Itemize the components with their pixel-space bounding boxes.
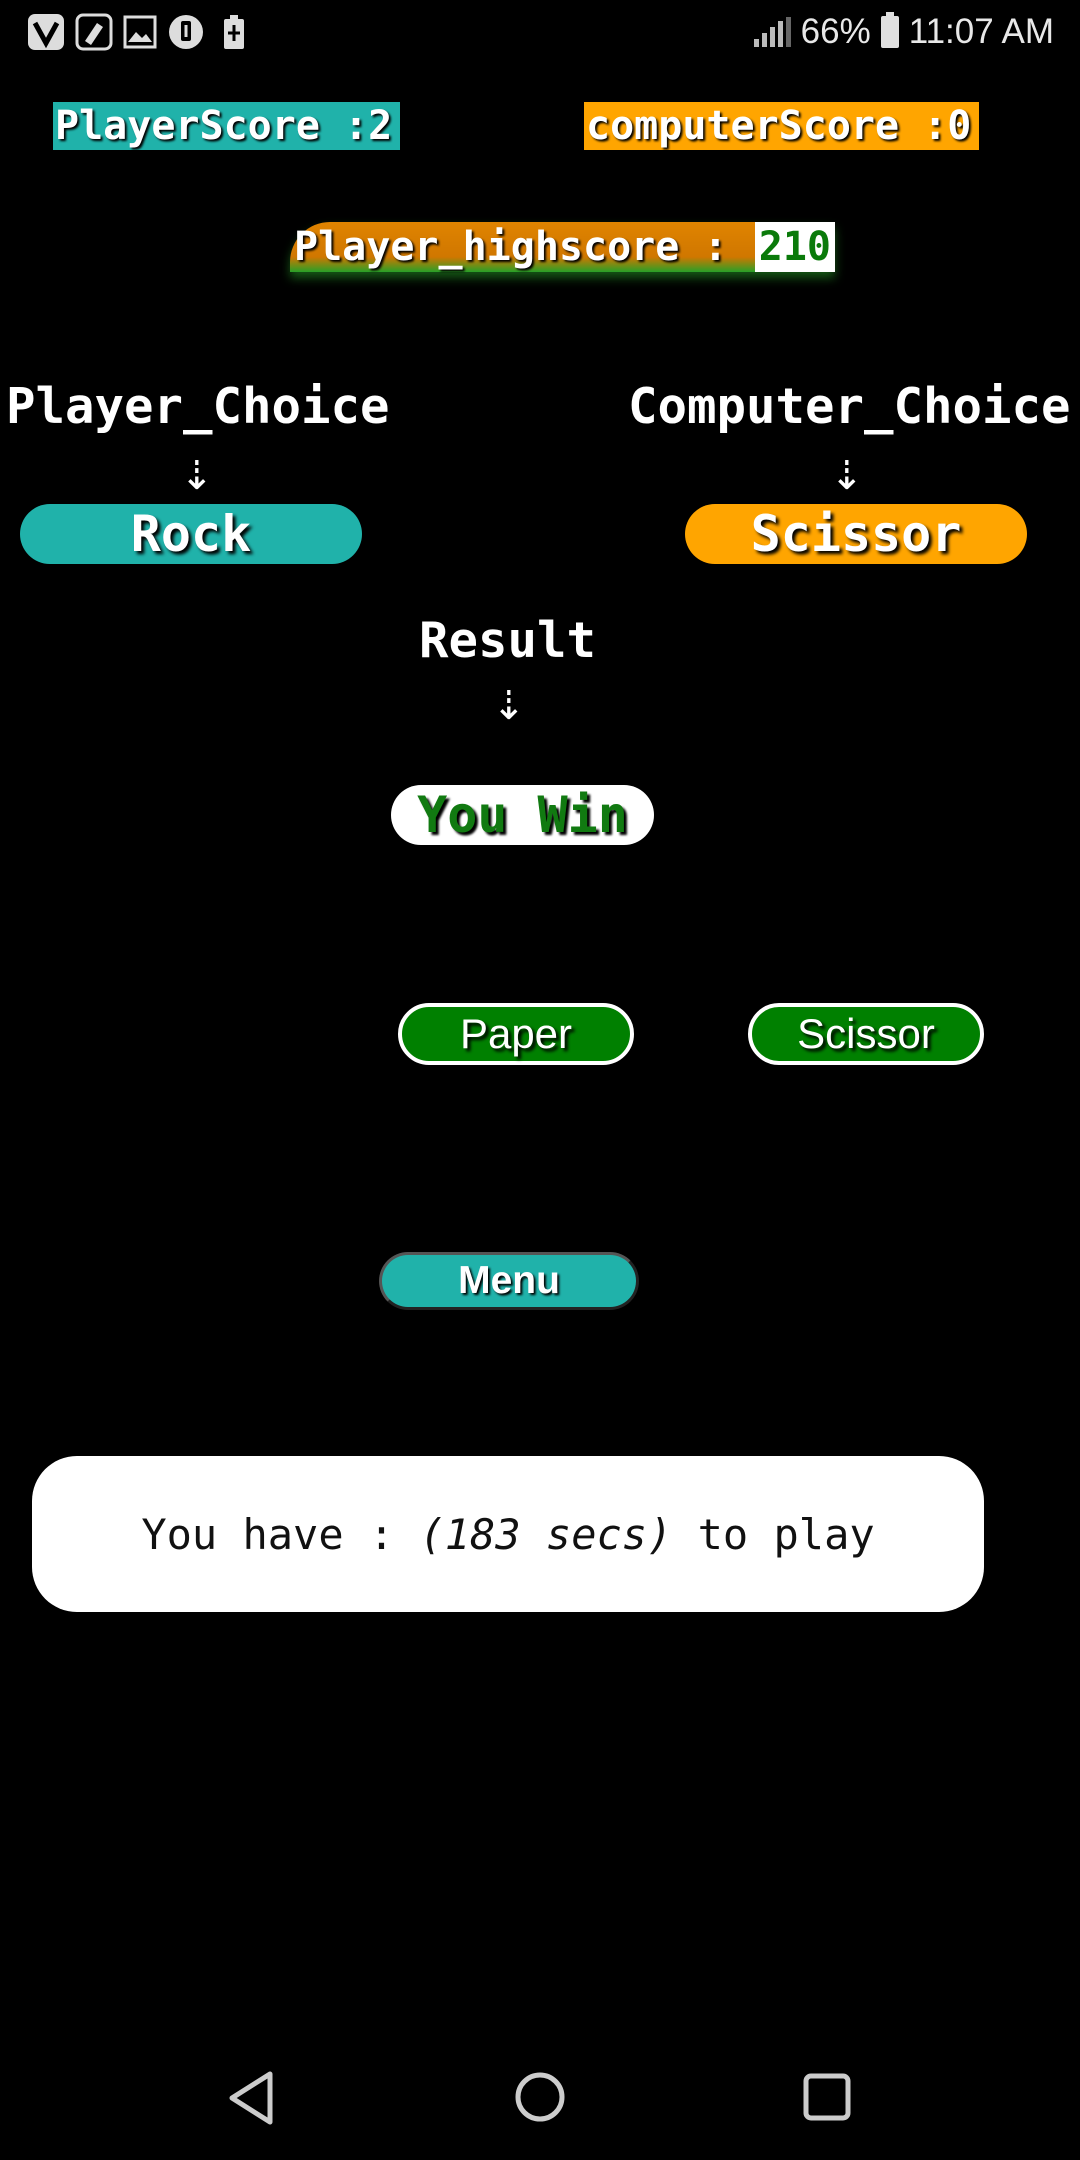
result-value: You Win <box>391 785 654 845</box>
timer-seconds: (183 secs) <box>419 1509 673 1559</box>
navigation-bar <box>0 2040 1080 2160</box>
clean-icon <box>74 12 114 52</box>
computer-choice-title: Computer_Choice <box>628 378 1071 435</box>
paper-button[interactable]: Paper <box>398 1003 634 1065</box>
timer-box: You have : (183 secs) to play <box>32 1456 984 1612</box>
player-score: PlayerScore :2 <box>53 102 400 150</box>
status-bar: 66% 11:07 AM <box>0 0 1080 62</box>
timer-prefix: You have : <box>141 1509 420 1559</box>
signal-icon <box>753 17 791 47</box>
player-choice-title: Player_Choice <box>6 378 390 435</box>
back-icon[interactable] <box>226 2070 276 2126</box>
battery-percent: 66% <box>800 12 871 51</box>
result-title: Result <box>419 612 597 669</box>
menu-button[interactable]: Menu <box>379 1252 639 1310</box>
player-highscore: Player_highscore : 210 <box>290 222 835 272</box>
highscore-label: Player_highscore : <box>294 224 728 270</box>
result-arrow-icon: ⇣ <box>492 683 526 729</box>
clock: 11:07 AM <box>908 12 1054 51</box>
player-arrow-icon: ⇣ <box>180 453 214 499</box>
scissor-button[interactable]: Scissor <box>748 1003 984 1065</box>
v-app-icon <box>26 12 66 52</box>
battery-saver-icon <box>214 12 254 52</box>
image-icon <box>120 12 160 52</box>
highscore-value: 210 <box>754 222 835 272</box>
timer-suffix: to play <box>672 1509 875 1559</box>
recents-icon[interactable] <box>802 2072 852 2122</box>
battery-icon <box>880 12 899 48</box>
computer-score: computerScore :0 <box>584 102 979 150</box>
status-right: 66% 11:07 AM <box>753 8 1054 56</box>
computer-choice-value: Scissor <box>685 504 1027 564</box>
player-choice-value: Rock <box>20 504 362 564</box>
computer-arrow-icon: ⇣ <box>830 453 864 499</box>
home-icon[interactable] <box>513 2070 567 2124</box>
download-icon <box>166 12 206 52</box>
